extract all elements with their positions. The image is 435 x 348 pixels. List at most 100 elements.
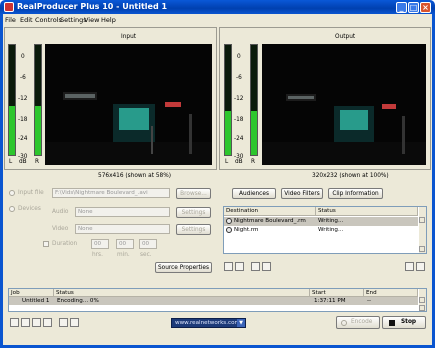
encode-label: Encode xyxy=(351,319,373,325)
open-job-icon[interactable] xyxy=(21,318,30,327)
input-video-preview xyxy=(45,44,212,165)
output-audio-meter: 0 -6 -12 -18 -24 -30 L dB R xyxy=(224,44,258,166)
duration-unit-seconds: sec. xyxy=(140,252,152,258)
col-job[interactable]: Job xyxy=(9,289,54,297)
duration-seconds-field[interactable]: 00 xyxy=(139,239,157,249)
devices-radio[interactable] xyxy=(9,206,15,212)
video-select[interactable]: None xyxy=(75,224,170,234)
output-meter-right xyxy=(250,44,258,156)
col-end[interactable]: End xyxy=(364,289,418,297)
meter-tick: -24 xyxy=(18,136,28,142)
close-button[interactable]: × xyxy=(420,2,431,13)
destination-status: Writing... xyxy=(318,218,344,224)
menu-settings[interactable]: Settings xyxy=(60,16,87,24)
add-destination-icon[interactable] xyxy=(224,262,233,271)
site-link[interactable]: www.realnetworks.com xyxy=(171,318,246,328)
destination-name: Nightmare Boulevard_.rm xyxy=(234,218,306,224)
meter-footer-r: R xyxy=(251,159,256,165)
input-label: Input xyxy=(121,34,137,40)
input-meter-left xyxy=(8,44,16,156)
col-status[interactable]: Status xyxy=(316,207,418,216)
input-meter-right xyxy=(34,44,42,156)
job-name: Untitled 1 xyxy=(22,298,50,304)
minimize-button[interactable]: _ xyxy=(396,2,407,13)
meter-footer-l: L xyxy=(225,159,229,165)
meter-footer-l: L xyxy=(9,159,13,165)
input-file-field[interactable]: F:\Vids\Nightmare Boulevard_.avi xyxy=(52,188,170,198)
save-job-icon[interactable] xyxy=(32,318,41,327)
chevron-down-icon[interactable]: ▼ xyxy=(237,319,245,327)
remove-job-icon[interactable] xyxy=(43,318,52,327)
audio-label: Audio xyxy=(52,209,69,215)
pencil-icon[interactable] xyxy=(251,262,260,271)
scroll-down-button[interactable] xyxy=(419,246,425,252)
fast-forward-icon[interactable] xyxy=(416,262,425,271)
meter-tick: -18 xyxy=(18,117,28,123)
encode-icon xyxy=(341,320,347,326)
input-video-frame xyxy=(45,44,212,165)
play-icon[interactable] xyxy=(405,262,414,271)
job-start: 1:37:11 PM xyxy=(314,298,346,304)
audio-settings-button[interactable]: Settings xyxy=(176,207,211,218)
delete-icon[interactable] xyxy=(262,262,271,271)
menu-edit[interactable]: Edit xyxy=(20,16,33,24)
meter-tick: -6 xyxy=(20,75,26,81)
stop-icon xyxy=(389,320,395,326)
scroll-up-button[interactable] xyxy=(419,297,425,303)
scroll-down-button[interactable] xyxy=(419,305,425,311)
scroll-up-button[interactable] xyxy=(419,217,425,223)
window-title: RealProducer Plus 10 - Untitled 1 xyxy=(17,2,168,11)
output-meter-left-fill xyxy=(225,111,231,155)
meter-footer-db: dB xyxy=(19,159,27,165)
duration-unit-minutes: min. xyxy=(117,252,130,258)
maximize-button[interactable]: □ xyxy=(408,2,419,13)
meter-footer-r: R xyxy=(35,159,40,165)
input-file-radio[interactable] xyxy=(9,190,15,196)
duration-checkbox[interactable] xyxy=(43,241,49,247)
audio-select[interactable]: None xyxy=(75,207,170,217)
chart-icon[interactable] xyxy=(59,318,68,327)
globe-icon xyxy=(226,218,232,224)
menu-view[interactable]: View xyxy=(84,16,99,24)
duration-unit-hours: hrs. xyxy=(92,252,103,258)
meter-tick: -24 xyxy=(234,136,244,142)
clip-information-button[interactable]: Clip Information xyxy=(328,188,383,199)
job-status: Encoding... 0% xyxy=(57,298,99,304)
col-destination[interactable]: Destination xyxy=(224,207,316,216)
output-video-preview xyxy=(262,44,426,165)
output-meter-right-fill xyxy=(251,111,257,155)
devices-label: Devices xyxy=(18,206,41,212)
stop-button[interactable]: Stop xyxy=(382,316,426,329)
output-caption: 320x232 (shown at 100%) xyxy=(312,173,389,179)
output-label: Output xyxy=(335,34,356,40)
output-video-frame xyxy=(262,44,426,165)
source-properties-button[interactable]: Source Properties xyxy=(155,262,212,273)
stop-label: Stop xyxy=(401,319,417,325)
duration-label: Duration xyxy=(52,241,78,247)
edit-destination-icon[interactable] xyxy=(235,262,244,271)
input-file-label: Input file xyxy=(18,190,44,196)
meter-tick: 0 xyxy=(237,54,241,60)
job-end: -- xyxy=(367,298,372,304)
video-filters-button[interactable]: Video Filters xyxy=(281,188,323,199)
duration-minutes-field[interactable]: 00 xyxy=(116,239,134,249)
meter-tick: -12 xyxy=(18,96,28,102)
browse-button[interactable]: Browse... xyxy=(176,188,211,199)
app-logo-icon xyxy=(4,2,14,12)
menu-help[interactable]: Help xyxy=(101,16,116,24)
video-settings-button[interactable]: Settings xyxy=(176,224,211,235)
encode-button[interactable]: Encode xyxy=(336,316,380,329)
duration-hours-field[interactable]: 00 xyxy=(91,239,109,249)
col-start[interactable]: Start xyxy=(310,289,364,297)
destination-status: Writing... xyxy=(318,227,344,233)
menu-controls[interactable]: Controls xyxy=(35,16,62,24)
output-meter-left xyxy=(224,44,232,156)
meter-tick: 0 xyxy=(21,54,25,60)
new-job-icon[interactable] xyxy=(10,318,19,327)
col-job-status[interactable]: Status xyxy=(54,289,310,297)
search-icon[interactable] xyxy=(70,318,79,327)
meter-tick: -6 xyxy=(236,75,242,81)
menu-file[interactable]: File xyxy=(5,16,16,24)
audiences-button[interactable]: Audiences xyxy=(232,188,276,199)
input-caption: 576x416 (shown at 58%) xyxy=(98,173,171,179)
